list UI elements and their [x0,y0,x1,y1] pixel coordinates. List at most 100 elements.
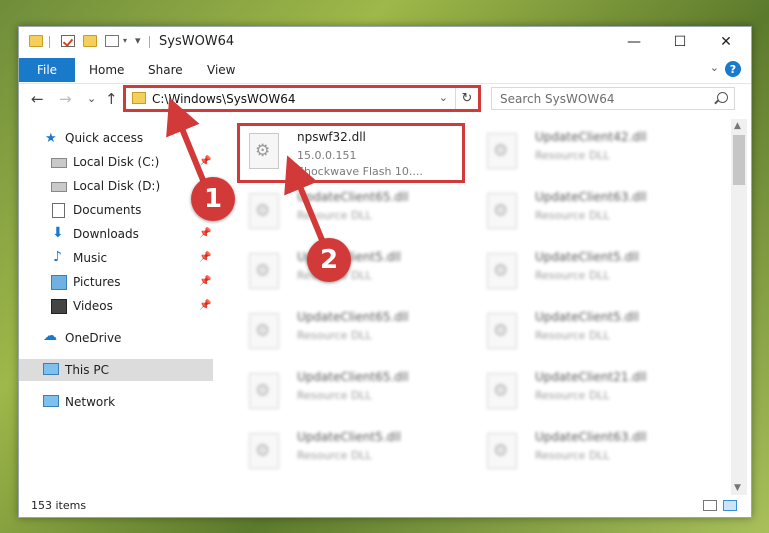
pin-icon[interactable]: 📌 [199,228,211,239]
pictures-icon [51,275,67,290]
sidebar-item-label: OneDrive [65,331,122,345]
scroll-up-icon[interactable]: ▲ [734,121,741,131]
file-name: UpdateClient42.dll [535,130,647,144]
search-box[interactable]: Search SysWOW64 [491,87,735,110]
file-name: UpdateClient5.dll [535,250,639,264]
file-type: Resource DLL [297,389,372,402]
item-count: 153 items [31,499,87,512]
drive-icon [51,158,67,168]
customize-toolbar-icon[interactable] [105,35,119,47]
pin-icon[interactable]: 📌 [199,300,211,311]
dll-file-icon [249,373,279,409]
minimize-button[interactable]: — [611,27,657,57]
dll-file-icon [249,253,279,289]
sidebar-item-label: Local Disk (C:) [73,155,160,169]
sidebar-item-videos[interactable]: Videos 📌 [19,295,213,317]
window-title: SysWOW64 [159,34,235,49]
sidebar-item-network[interactable]: Network [19,391,213,413]
sidebar-item-label: Videos [73,299,113,313]
sidebar-item-label: This PC [65,363,109,377]
file-tile[interactable]: UpdateClient5.dll Resource DLL [241,425,465,481]
file-tile[interactable]: UpdateClient65.dll Resource DLL [241,365,465,421]
expand-ribbon-icon[interactable]: ⌄ [710,61,719,74]
file-tile[interactable]: UpdateClient65.dll Resource DLL [241,185,465,241]
large-icons-view-icon[interactable] [723,500,737,511]
tab-file[interactable]: File [19,58,75,82]
file-type: Resource DLL [297,209,372,222]
dll-file-icon [487,433,517,469]
address-highlight-box [123,85,481,112]
details-view-icon[interactable] [703,500,717,511]
scroll-down-icon[interactable]: ▼ [734,483,741,493]
up-button[interactable]: ↑ [105,90,118,108]
network-icon [43,395,59,407]
file-tile[interactable]: UpdateClient5.dll Resource DLL [479,245,703,301]
star-icon: ★ [45,131,57,146]
close-button[interactable]: ✕ [703,27,749,57]
file-type: Resource DLL [297,329,372,342]
quick-access-dropdown-icon[interactable]: ▾ [123,36,127,45]
file-name: UpdateClient63.dll [535,430,647,444]
pin-icon[interactable]: 📌 [199,252,211,263]
music-icon: ♪ [53,249,62,265]
download-icon: ⬇ [52,225,64,241]
search-input[interactable]: Search SysWOW64 [500,92,614,106]
file-tile[interactable]: UpdateClient63.dll Resource DLL [479,425,703,481]
file-name: UpdateClient63.dll [535,190,647,204]
vertical-scrollbar[interactable]: ▲ ▼ [731,119,747,495]
maximize-button[interactable]: ☐ [657,27,703,57]
sidebar-item-onedrive[interactable]: ☁ OneDrive [19,327,213,349]
pin-icon[interactable]: 📌 [199,276,211,287]
dll-file-icon [487,193,517,229]
dll-file-icon [487,253,517,289]
dll-file-icon [249,313,279,349]
dll-file-icon [249,193,279,229]
file-list: npswf32.dll 15.0.0.151 Shockwave Flash 1… [231,119,721,489]
tab-share[interactable]: Share [148,63,183,77]
forward-button[interactable]: → [59,90,72,108]
dll-file-icon [249,433,279,469]
dll-file-icon [487,133,517,169]
search-icon[interactable] [717,92,728,103]
sidebar-item-label: Documents [73,203,142,217]
file-name: UpdateClient5.dll [297,430,401,444]
recent-locations-button[interactable]: ⌄ [87,92,96,105]
sidebar-item-documents[interactable]: Documents [19,199,213,221]
file-name: UpdateClient65.dll [297,310,409,324]
sidebar-item-quick-access[interactable]: ★ Quick access [19,127,213,149]
sidebar-item-music[interactable]: ♪ Music 📌 [19,247,213,269]
file-type: Resource DLL [297,449,372,462]
sidebar-item-local-disk-d[interactable]: Local Disk (D:) [19,175,213,197]
scrollbar-thumb[interactable] [733,135,745,185]
file-tile[interactable]: UpdateClient5.dll Resource DLL [479,305,703,361]
file-tile[interactable]: UpdateClient63.dll Resource DLL [479,185,703,241]
help-icon[interactable]: ? [725,61,741,77]
new-folder-icon[interactable] [83,35,97,47]
file-tile[interactable]: UpdateClient21.dll Resource DLL [479,365,703,421]
title-bar: ▾ ▾ SysWOW64 — ☐ ✕ [19,27,751,57]
file-tile[interactable]: UpdateClient5.dll Resource DLL [241,245,465,301]
tab-home[interactable]: Home [89,63,124,77]
file-name: UpdateClient21.dll [535,370,647,384]
sidebar-item-label: Network [65,395,116,409]
file-type: Resource DLL [535,449,610,462]
pin-icon[interactable]: 📌 [199,156,211,167]
navigation-pane: ★ Quick access Local Disk (C:) 📌 Local D… [19,119,213,489]
file-type: Resource DLL [535,389,610,402]
step-1-callout: 1 [191,177,235,221]
file-tile[interactable]: UpdateClient42.dll Resource DLL [479,125,703,181]
properties-check-icon[interactable] [61,35,75,47]
tab-view[interactable]: View [207,63,235,77]
status-bar: 153 items [19,495,751,517]
sidebar-item-label: Pictures [73,275,121,289]
sidebar-item-downloads[interactable]: ⬇ Downloads 📌 [19,223,213,245]
sidebar-item-local-disk-c[interactable]: Local Disk (C:) 📌 [19,151,213,173]
sidebar-item-label: Quick access [65,131,144,145]
sidebar-item-this-pc[interactable]: This PC [19,359,213,381]
file-tile[interactable]: UpdateClient65.dll Resource DLL [241,305,465,361]
back-button[interactable]: ← [31,90,44,108]
dll-file-icon [487,313,517,349]
dll-file-icon [487,373,517,409]
sidebar-item-pictures[interactable]: Pictures 📌 [19,271,213,293]
toolbar-overflow-icon[interactable]: ▾ [135,34,141,47]
